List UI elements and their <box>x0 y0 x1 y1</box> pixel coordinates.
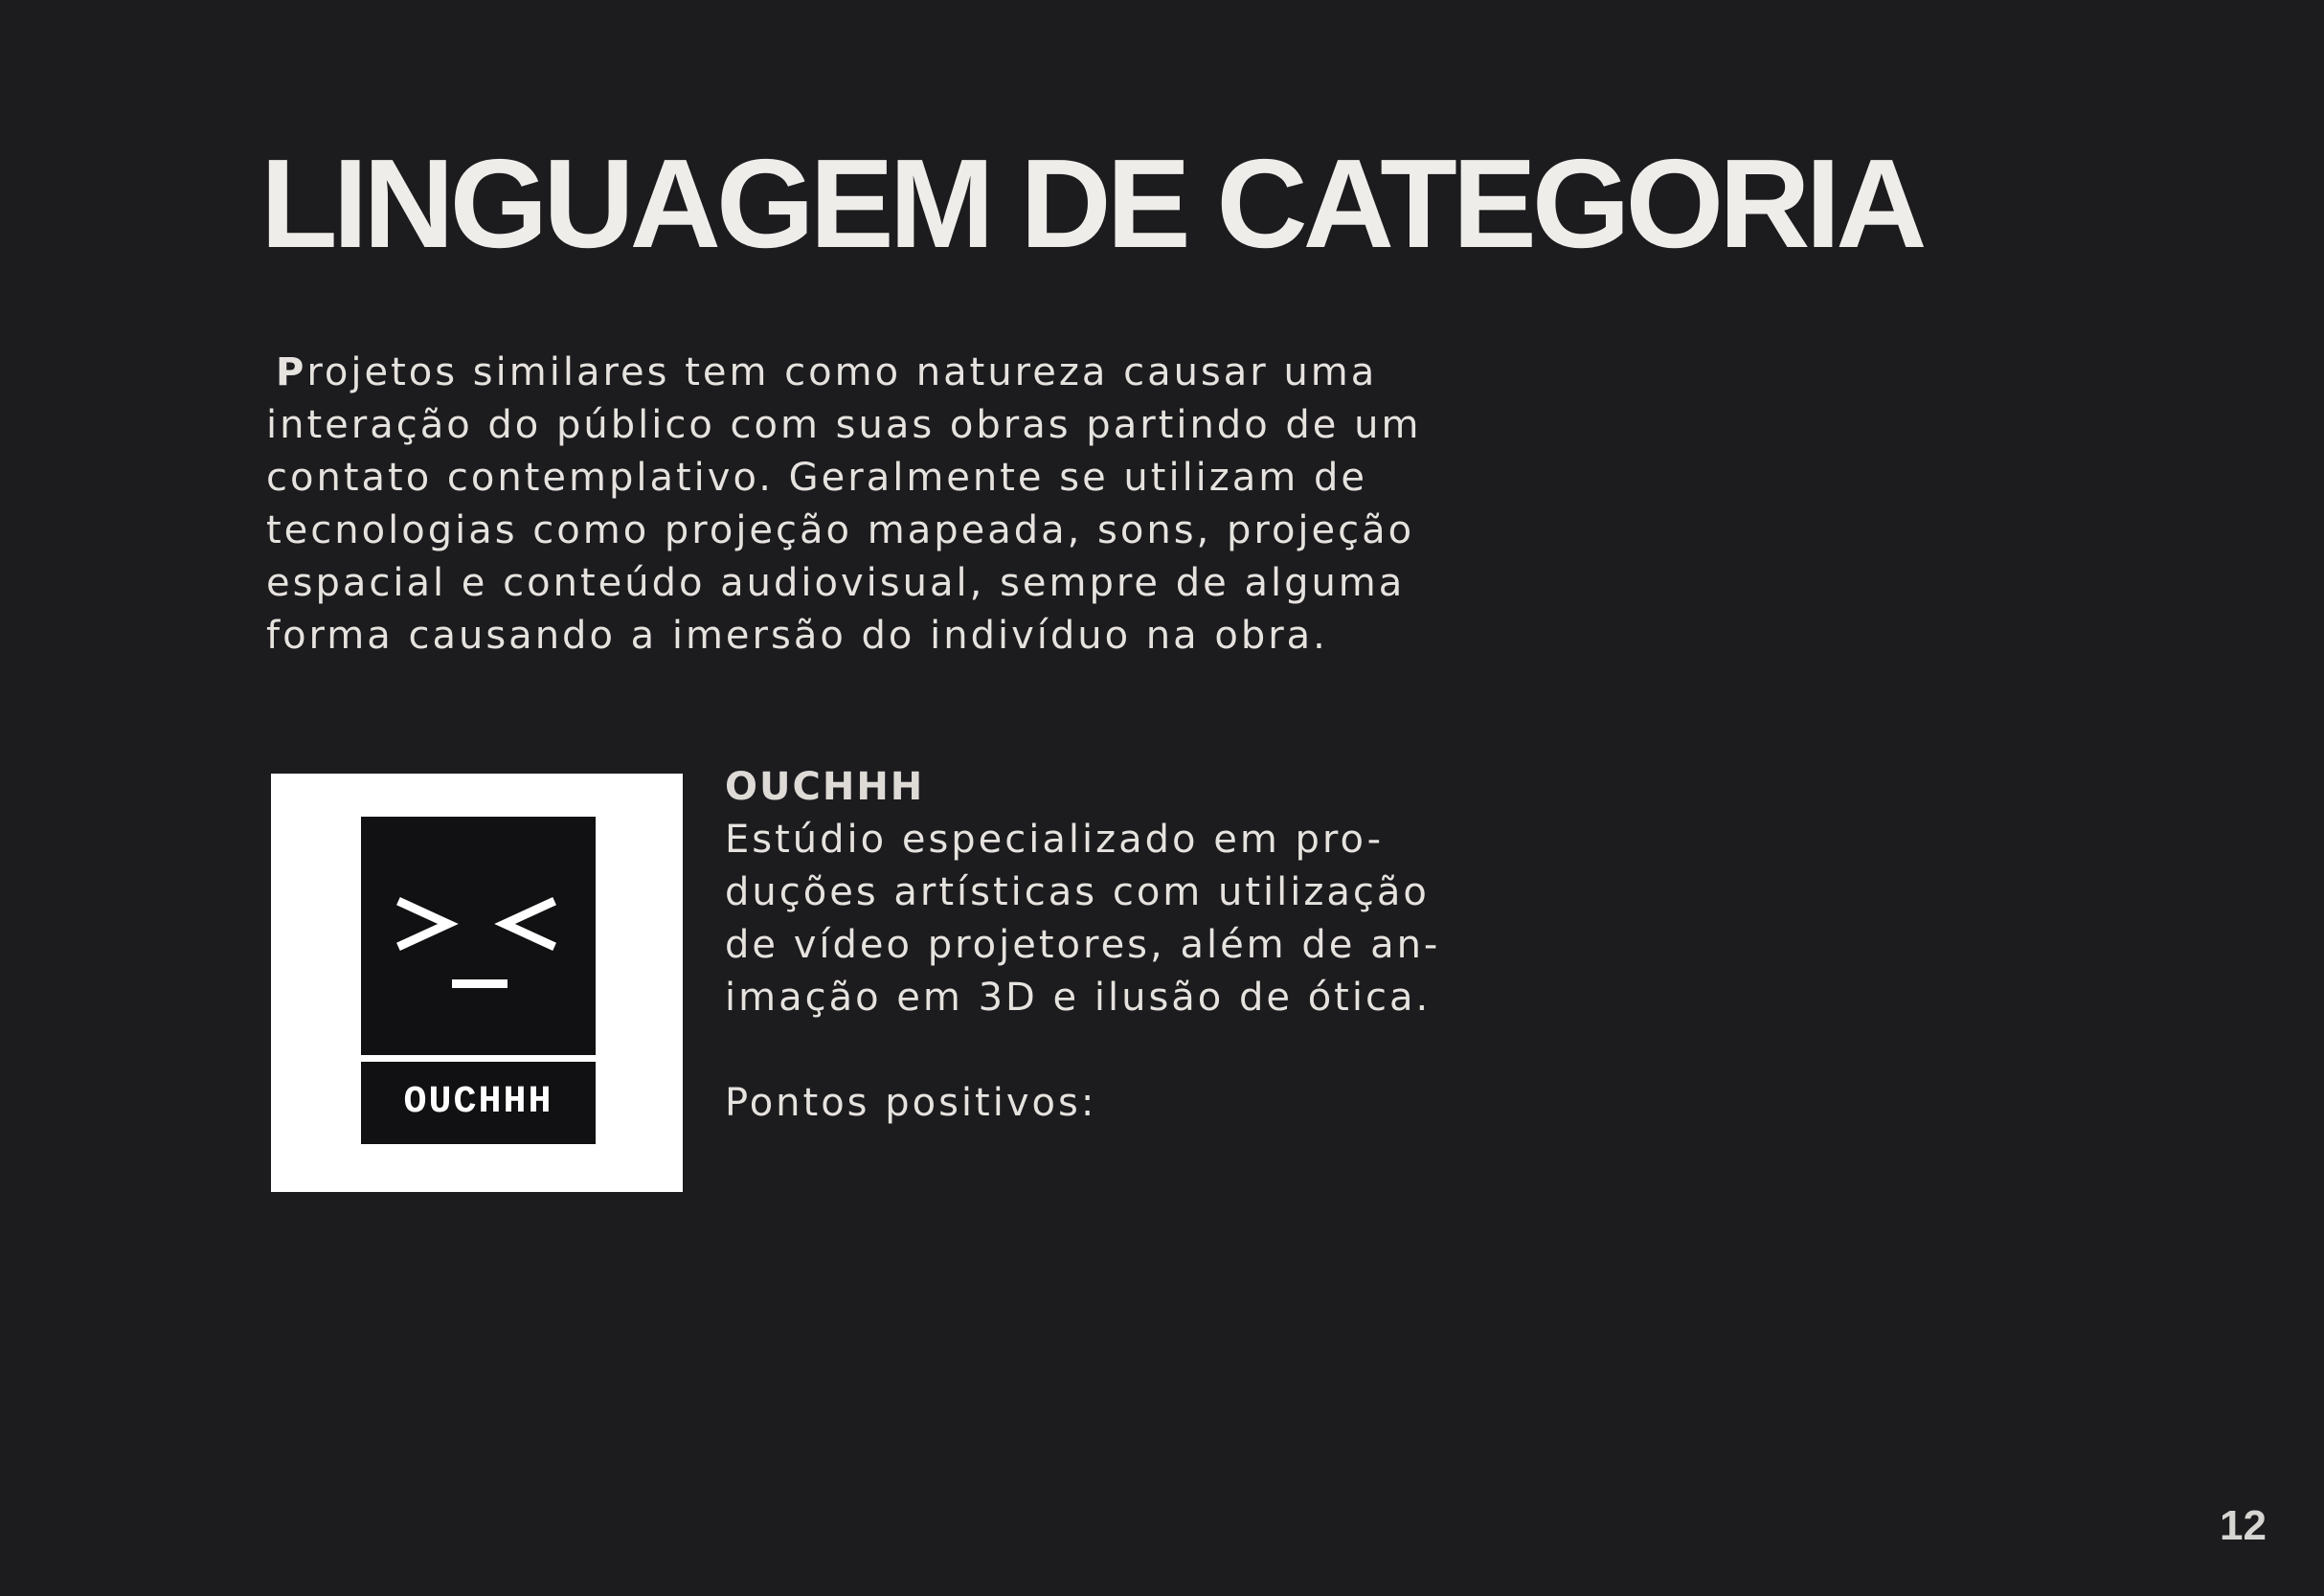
studio-name: OUCHHH <box>725 765 925 809</box>
studio-desc-line: de vídeo projetores, além de an- <box>725 923 1441 967</box>
intro-line: interação do público com suas obras part… <box>266 403 1422 447</box>
intro-line: contato contemplativo. Geralmente se uti… <box>266 456 1367 500</box>
studio-desc-line: Estúdio especializado em pro- <box>725 818 1385 862</box>
studio-description: Estúdio especializado em pro-duções artí… <box>725 814 1510 1024</box>
studio-desc-line: duções artísticas com utilização <box>725 870 1430 914</box>
page-number: 12 <box>2220 1502 2267 1549</box>
squinting-face-icon <box>396 897 556 988</box>
studio-desc-line: imação em 3D e ilusão de ótica. <box>725 976 1432 1020</box>
intro-line: tecnologias como projeção mapeada, sons,… <box>266 508 1415 552</box>
ouchhh-logo-icon <box>361 817 596 1055</box>
intro-line: espacial e conteúdo audiovisual, sempre … <box>266 561 1406 605</box>
intro-line: forma causando a imersão do indivíduo na… <box>266 614 1328 658</box>
intro-paragraph: Projetos similares tem como natureza cau… <box>266 347 1540 663</box>
studio-info: OUCHHH Estúdio especializado em pro-duçõ… <box>725 761 1510 1130</box>
intro-dropcap: P <box>276 350 307 394</box>
ouchhh-logo-card: OUCHHH <box>271 774 683 1192</box>
page-title: LINGUAGEM DE CATEGORIA <box>260 133 1928 274</box>
pros-label: Pontos positivos: <box>725 1081 1097 1125</box>
intro-line: rojetos similares tem como natureza caus… <box>306 350 1378 394</box>
ouchhh-wordmark: OUCHHH <box>361 1062 596 1144</box>
